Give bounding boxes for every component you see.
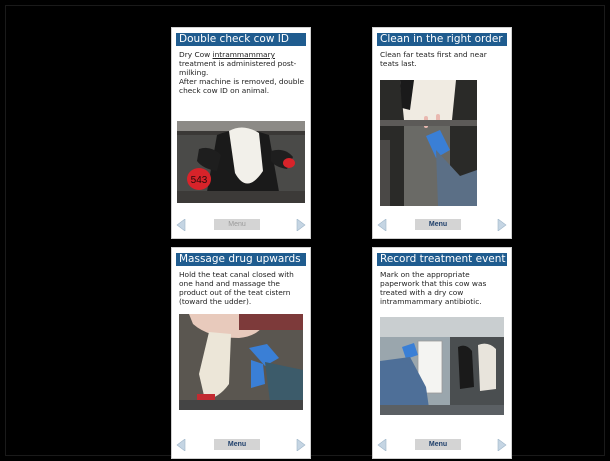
menu-button[interactable]: Menu: [214, 439, 260, 450]
card-title: Massage drug upwards: [176, 253, 306, 266]
menu-button[interactable]: Menu: [415, 439, 461, 450]
card-body: Mark on the appropriate paperwork that t…: [380, 270, 506, 306]
body-suffix: treatment is administered post-milking.: [179, 59, 297, 77]
massage-udder-photo: [179, 314, 303, 410]
card-body-text: Clean far teats first and near teats las…: [380, 50, 487, 68]
card-massage-drug-upwards: Massage drug upwards Hold the teat canal…: [171, 247, 311, 459]
card-body-text-2: After machine is removed, double check c…: [179, 77, 305, 95]
card-title: Record treatment event: [377, 253, 507, 266]
record-paperwork-photo: [380, 317, 504, 415]
cow-id-photo: 543: [177, 121, 305, 203]
card-double-check-cow-id: Double check cow ID Dry Cow intrammammar…: [171, 27, 311, 239]
card-body: Clean far teats first and near teats las…: [380, 50, 506, 68]
chevron-right-icon[interactable]: [497, 219, 507, 231]
body-underlined-term: intrammammary: [212, 50, 276, 59]
card-clean-right-order: Clean in the right order Clean far teats…: [372, 27, 512, 239]
body-prefix: Dry Cow: [179, 50, 213, 59]
chevron-right-icon[interactable]: [497, 439, 507, 451]
card-record-treatment-event: Record treatment event Mark on the appro…: [372, 247, 512, 459]
card-body-text-1: Dry Cow intrammammary treatment is admin…: [179, 50, 305, 77]
chevron-left-icon[interactable]: [176, 219, 186, 231]
chevron-right-icon[interactable]: [296, 219, 306, 231]
card-body-text: Hold the teat canal closed with one hand…: [179, 270, 294, 306]
chevron-left-icon[interactable]: [176, 439, 186, 451]
card-body-text: Mark on the appropriate paperwork that t…: [380, 270, 487, 306]
card-title: Double check cow ID: [176, 33, 306, 46]
cleaning-teats-photo: [380, 80, 477, 206]
menu-button[interactable]: Menu: [214, 219, 260, 230]
chevron-left-icon[interactable]: [377, 219, 387, 231]
chevron-left-icon[interactable]: [377, 439, 387, 451]
card-body: Dry Cow intrammammary treatment is admin…: [179, 50, 305, 95]
menu-button[interactable]: Menu: [415, 219, 461, 230]
ear-tag-number: 543: [191, 175, 208, 186]
chevron-right-icon[interactable]: [296, 439, 306, 451]
card-title: Clean in the right order: [377, 33, 507, 46]
card-body: Hold the teat canal closed with one hand…: [179, 270, 305, 306]
